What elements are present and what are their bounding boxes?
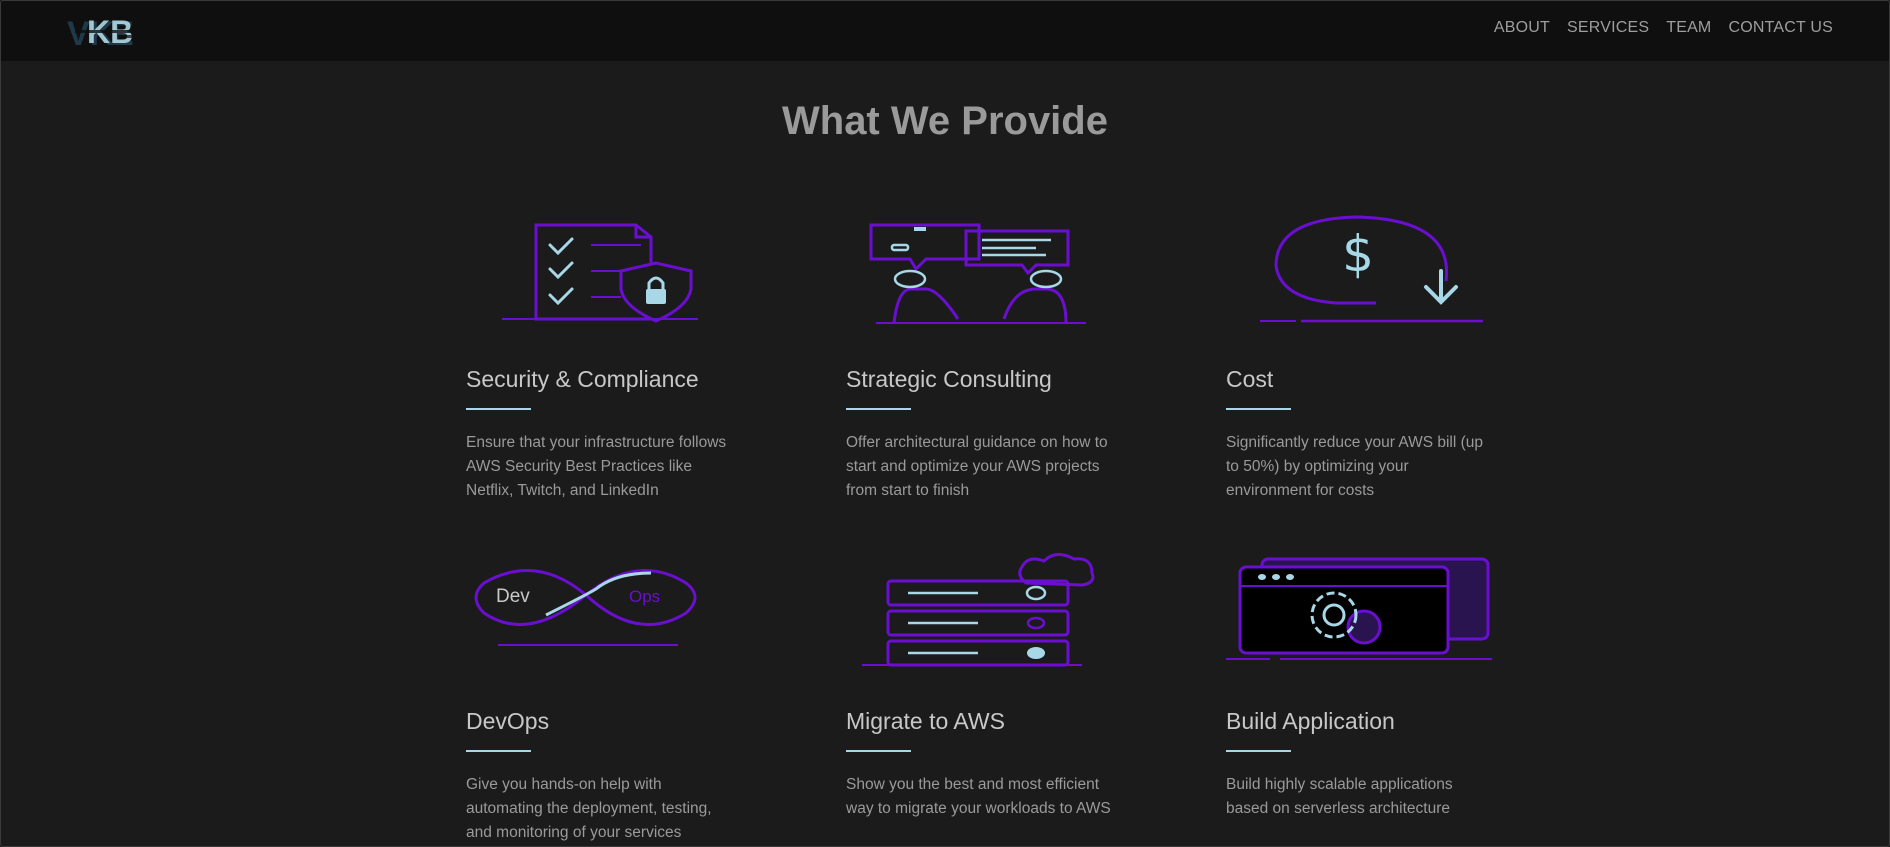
section-title: What We Provide (782, 99, 1108, 143)
server-cloud-icon (846, 553, 1116, 673)
title-underline (1226, 408, 1291, 410)
ops-label: Ops (629, 587, 660, 606)
nav-link-contact-us[interactable]: CONTACT US (1728, 19, 1833, 37)
service-title: Security & Compliance (466, 366, 699, 392)
service-description: Show you the best and most efficient way… (846, 776, 1111, 817)
service-description: Ensure that your infrastructure follows … (466, 434, 727, 499)
nav-link-services[interactable]: SERVICES (1567, 19, 1649, 37)
navbar: VK E KB ABOUT SERVICES TEAM CONTACT US (1, 1, 1889, 61)
service-title: Cost (1226, 366, 1274, 392)
service-description: Build highly scalable applications based… (1226, 776, 1453, 817)
title-underline (846, 408, 911, 410)
svg-text:$: $ (1342, 225, 1374, 283)
service-description: Give you hands-on help with automating t… (466, 776, 712, 841)
service-title: DevOps (466, 708, 550, 734)
title-underline (466, 750, 531, 752)
title-underline (1226, 750, 1291, 752)
devops-infinity-icon: Dev Ops (466, 553, 736, 673)
app-window-gear-icon (1220, 553, 1496, 673)
nav-links: ABOUT SERVICES TEAM CONTACT US (1494, 1, 1833, 55)
title-underline (846, 750, 911, 752)
dev-label: Dev (496, 586, 530, 607)
nav-link-team[interactable]: TEAM (1666, 19, 1711, 37)
title-underline (466, 408, 531, 410)
service-title: Migrate to AWS (846, 708, 1005, 734)
service-description: Offer architectural guidance on how to s… (846, 434, 1108, 499)
consulting-chat-icon (846, 211, 1116, 331)
logo[interactable]: VK E KB (67, 13, 165, 53)
security-checklist-shield-icon (466, 211, 736, 331)
cost-reduction-dollar-icon: $ (1226, 211, 1496, 331)
page-frame: VK E KB ABOUT SERVICES TEAM CONTACT US W… (0, 0, 1890, 847)
service-description: Significantly reduce your AWS bill (up t… (1226, 434, 1484, 499)
service-title: Build Application (1226, 708, 1395, 734)
nav-link-about[interactable]: ABOUT (1494, 19, 1550, 37)
service-title: Strategic Consulting (846, 366, 1052, 392)
